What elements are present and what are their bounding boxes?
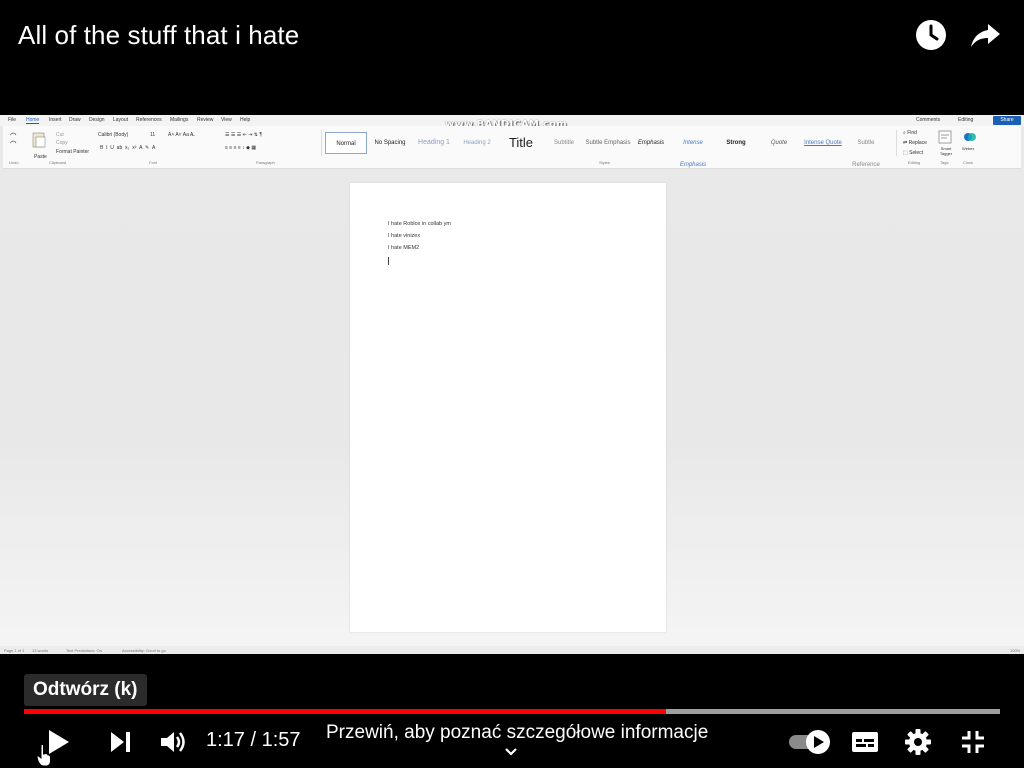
font-size: 11 xyxy=(150,132,156,138)
group-label-undo: Undo xyxy=(9,160,19,165)
undo-icon xyxy=(9,132,17,144)
document-line: I hate Roblox in collab ym xyxy=(388,221,451,227)
style-subtle-reference: Subtle Reference xyxy=(852,140,880,168)
copy-label: Copy xyxy=(56,140,68,146)
font-size-controls: A˄ A˅ Aa A̶ xyxy=(168,132,194,138)
paste-label: Paste xyxy=(34,154,47,160)
menu-tab-review: Review xyxy=(197,117,214,123)
progress-fill xyxy=(24,709,667,714)
cut-label: Cut xyxy=(56,132,64,138)
style-heading-1: Heading 1 xyxy=(418,139,450,146)
font-name: Calibri (Body) xyxy=(98,132,129,138)
word-share-button: Share xyxy=(993,116,1021,125)
group-label-paragraph: Paragraph xyxy=(256,160,275,165)
style-strong: Strong xyxy=(726,140,746,146)
settings-gear-icon[interactable] xyxy=(900,724,936,760)
align-buttons: ≡ ≡ ≡ ≡ ↕ ◆ ▦ xyxy=(225,145,257,151)
style-intense-quote: Intense Quote xyxy=(804,140,842,146)
style-subtle-emphasis: Subtle Emphasis xyxy=(585,140,631,146)
menu-tab-design: Design xyxy=(89,117,105,123)
style-no-spacing: No Spacing xyxy=(374,140,406,146)
select-button: ⬚ Select xyxy=(903,150,924,156)
chevron-down-icon[interactable] xyxy=(503,745,519,759)
document-line: I hate MEM2 xyxy=(388,245,420,251)
play-tooltip: Odtwórz (k) xyxy=(24,674,147,706)
menu-tab-home: Home xyxy=(26,117,40,124)
status-zoom: 100% xyxy=(1010,648,1021,653)
style-quote: Quote xyxy=(770,140,788,146)
style-normal: Normal xyxy=(325,132,367,154)
menu-tab-help: Help xyxy=(240,117,251,123)
video-player[interactable]: All of the stuff that i hate File Home I… xyxy=(0,0,1024,768)
group-label-font: Font xyxy=(149,160,158,165)
menu-tab-file: File xyxy=(8,117,17,123)
group-label-tags: Tags xyxy=(940,160,949,165)
share-arrow-icon[interactable] xyxy=(968,18,1002,52)
style-intense-emphasis: Intense Emphasis xyxy=(679,140,707,168)
comments-button: Comments xyxy=(916,117,941,123)
font-format-buttons: B I U ab x₂ x² A ✎ A xyxy=(100,145,156,151)
exit-fullscreen-icon[interactable] xyxy=(955,724,991,760)
smart-tagger-label: Smart Tagger xyxy=(939,146,953,156)
editing-mode: Editing xyxy=(958,117,974,123)
style-emphasis: Emphasis xyxy=(637,140,665,146)
format-painter-label: Format Painter xyxy=(56,149,90,155)
chapter-hint[interactable]: Przewiń, aby poznać szczegółowe informac… xyxy=(326,722,708,744)
status-predictions: Text Predictions: On xyxy=(66,648,102,653)
list-buttons: ☰ ☰ ☰ ⇤ ⇥ ⇅ ¶ xyxy=(225,132,263,138)
menu-tab-mailings: Mailings xyxy=(170,117,189,123)
status-accessibility: Accessibility: Good to go xyxy=(122,648,166,653)
mouse-cursor-icon xyxy=(36,743,52,767)
menu-tab-insert: Insert xyxy=(49,117,62,123)
find-button: ⌕ Find xyxy=(903,130,917,136)
next-icon[interactable] xyxy=(102,724,138,760)
webex-label: Webex xyxy=(962,146,975,151)
style-subtitle: Subtitle xyxy=(553,140,574,146)
subtitles-icon[interactable] xyxy=(847,724,883,760)
word-status-bar: Page 1 of 1 13 words Text Predictions: O… xyxy=(0,646,1024,654)
volume-icon[interactable] xyxy=(155,724,191,760)
document-line: I hate vinizex xyxy=(388,233,421,239)
menu-tab-layout: Layout xyxy=(113,117,129,123)
status-words: 13 words xyxy=(32,648,49,653)
menu-tab-draw: Draw xyxy=(69,117,81,123)
time-display: 1:17 / 1:57 xyxy=(206,729,301,751)
style-heading-2: Heading 2 xyxy=(463,140,491,146)
progress-bar[interactable] xyxy=(24,709,1000,714)
video-frame[interactable]: File Home Insert Draw Design Layout Refe… xyxy=(0,115,1024,654)
autoplay-toggle-icon[interactable] xyxy=(786,724,834,760)
group-label-clock: Clock xyxy=(963,160,974,165)
paste-icon xyxy=(32,132,46,148)
group-label-clipboard: Clipboard xyxy=(49,160,67,165)
smart-tagger-icon xyxy=(938,130,952,144)
video-title[interactable]: All of the stuff that i hate xyxy=(18,20,299,51)
status-page: Page 1 of 1 xyxy=(4,648,25,653)
webex-icon xyxy=(964,133,976,141)
menu-tab-view: View xyxy=(221,117,232,123)
text-cursor xyxy=(388,257,389,265)
menu-tab-references: References xyxy=(136,117,162,123)
document-page: I hate Roblox in collab ym I hate vinize… xyxy=(350,183,666,632)
group-label-editing: Editing xyxy=(908,160,921,165)
word-ribbon: Paste Cut Copy Format Painter Calibri (B… xyxy=(3,126,1021,169)
replace-button: ⇄ Replace xyxy=(903,140,927,146)
clock-icon[interactable] xyxy=(914,18,948,52)
style-title: Title xyxy=(508,135,534,150)
group-label-styles: Styles xyxy=(599,160,610,165)
